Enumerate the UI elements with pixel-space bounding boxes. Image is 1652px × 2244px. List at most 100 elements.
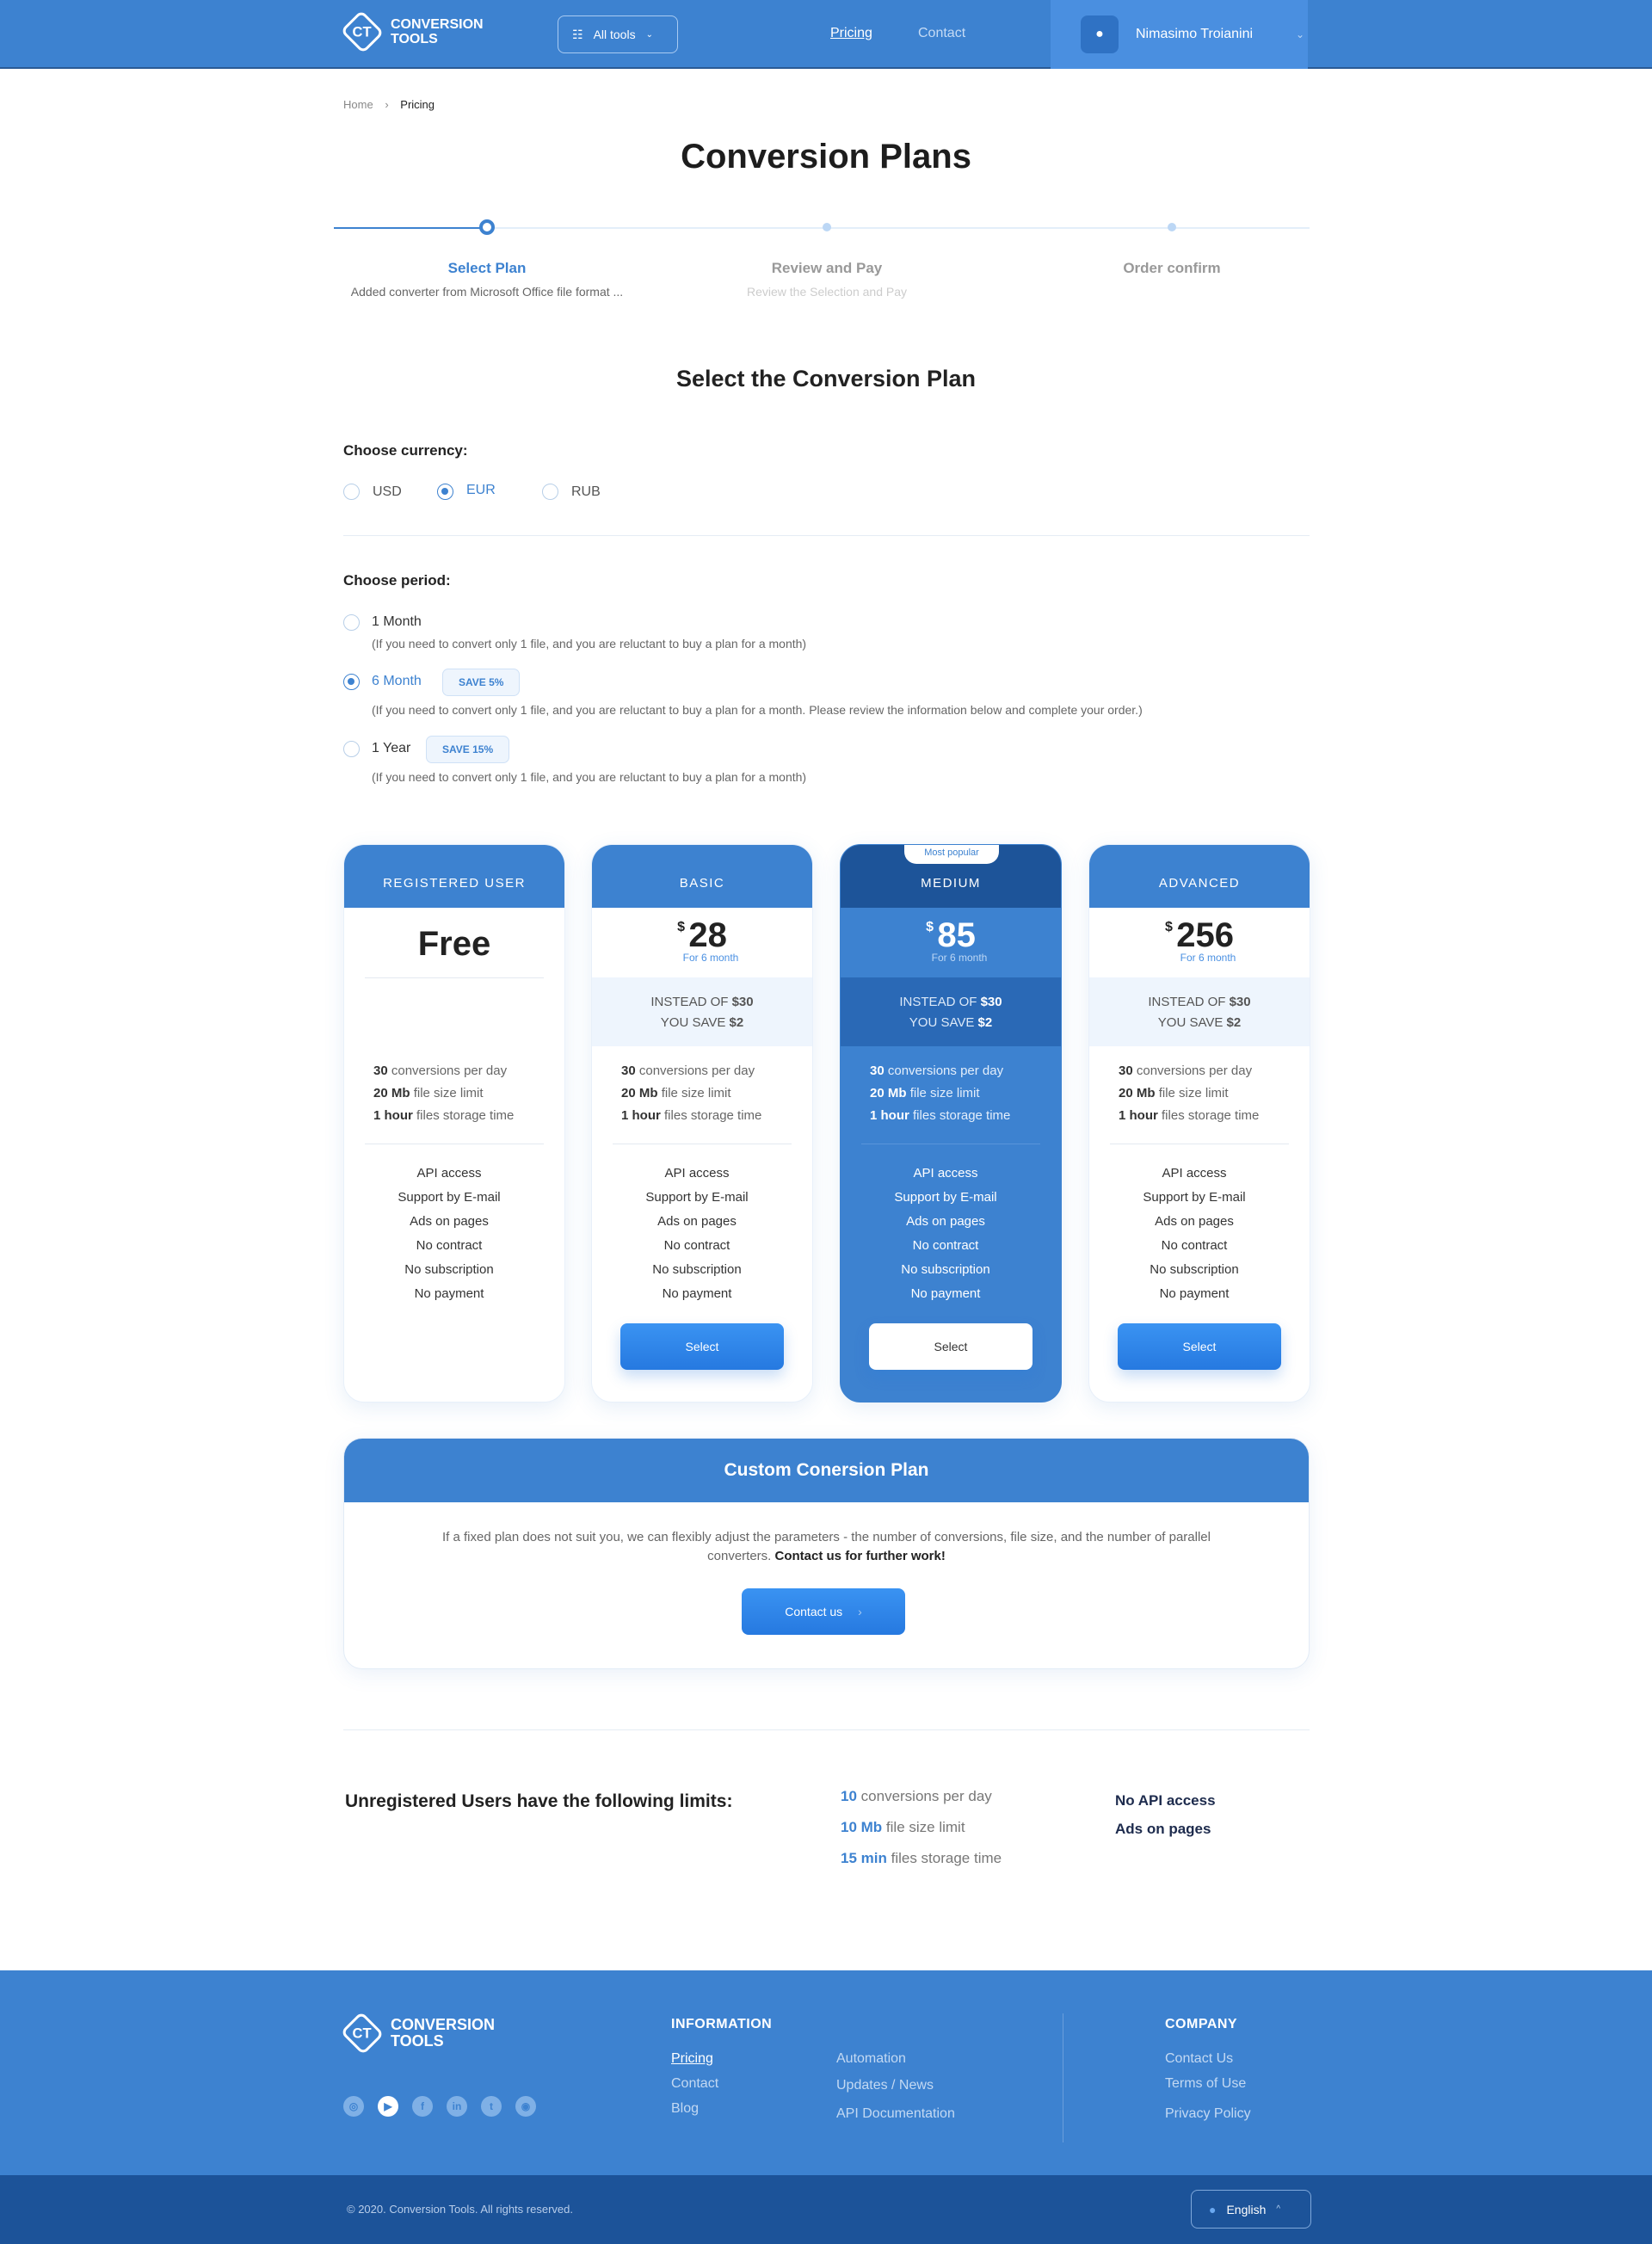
currency-eur-label[interactable]: EUR <box>466 483 496 498</box>
price-value: 28 <box>688 916 727 954</box>
instead-label: INSTEAD OF <box>650 995 729 1009</box>
radio-1-year[interactable] <box>343 741 360 757</box>
select-basic-button[interactable]: Select <box>620 1323 784 1370</box>
feature-value: 20 Mb <box>373 1086 410 1100</box>
chevron-right-icon: › <box>385 98 389 111</box>
currency-rub-label[interactable]: RUB <box>571 484 601 500</box>
step-review-pay-sub: Review the Selection and Pay <box>747 285 907 299</box>
feature-value: 1 hour <box>621 1108 661 1123</box>
footer-link-blog[interactable]: Blog <box>671 2101 699 2117</box>
list-item: No subscription <box>404 1262 494 1277</box>
plan-features: 30 conversions per day 20 Mb file size l… <box>344 1046 564 1144</box>
instead-label: INSTEAD OF <box>899 995 977 1009</box>
currency-label: Choose currency: <box>343 442 468 459</box>
logo-text: TOOLS <box>391 2032 444 2050</box>
youtube-icon[interactable]: ▶ <box>378 2096 398 2117</box>
radio-6-month[interactable] <box>343 674 360 690</box>
save-value: $2 <box>729 1015 744 1030</box>
chevron-down-icon: ⌄ <box>645 29 653 40</box>
feature-text: files storage time <box>1162 1108 1260 1123</box>
stat-value: 10 <box>841 1788 857 1804</box>
logo[interactable]: CT CONVERSION TOOLS <box>340 9 484 54</box>
feature-text: file size limit <box>1158 1086 1229 1100</box>
footer-link-contact[interactable]: Contact <box>671 2076 718 2092</box>
instagram-icon[interactable]: ◎ <box>343 2096 364 2117</box>
divider <box>343 535 1310 536</box>
linkedin-icon[interactable]: in <box>447 2096 467 2117</box>
plan-price: Free <box>417 925 491 963</box>
radio-rub[interactable] <box>542 484 558 500</box>
contact-us-button[interactable]: Contact us › <box>742 1588 905 1635</box>
footer-link-api-docs[interactable]: API Documentation <box>836 2106 955 2122</box>
contact-us-label: Contact us <box>785 1605 843 1618</box>
feature-text: conversions per day <box>1136 1063 1253 1078</box>
nav-pricing[interactable]: Pricing <box>830 26 872 41</box>
logo-text: TOOLS <box>391 32 438 46</box>
twitter-icon[interactable]: t <box>481 2096 502 2117</box>
language-label: English <box>1226 2202 1267 2216</box>
footer-link-privacy[interactable]: Privacy Policy <box>1165 2106 1251 2122</box>
period-1-month-label[interactable]: 1 Month <box>372 614 422 630</box>
custom-plan-card: Custom Conersion Plan If a fixed plan do… <box>343 1438 1310 1669</box>
select-advanced-button[interactable]: Select <box>1118 1323 1281 1370</box>
select-medium-button[interactable]: Select <box>869 1323 1032 1370</box>
stat-text: files storage time <box>891 1850 1002 1866</box>
footer-link-terms[interactable]: Terms of Use <box>1165 2076 1246 2092</box>
footer-logo[interactable]: CT CONVERSION TOOLS <box>340 2011 495 2056</box>
save-label: YOU SAVE <box>1157 1015 1224 1030</box>
footer-link-contact-us[interactable]: Contact Us <box>1165 2051 1233 2067</box>
plan-features: 30 conversions per day 20 Mb file size l… <box>592 1046 812 1144</box>
facebook-icon[interactable]: f <box>412 2096 433 2117</box>
unreg-limit: Ads on pages <box>1115 1821 1211 1837</box>
nav-contact[interactable]: Contact <box>918 26 965 41</box>
save-badge: SAVE 5% <box>442 669 521 696</box>
logo-text: CONVERSION <box>391 17 484 32</box>
plan-price: $ 85 For 6 month <box>841 908 1061 977</box>
plan-list: API access Support by E-mail Ads on pages N… <box>344 1144 564 1306</box>
save-label: YOU SAVE <box>660 1015 726 1030</box>
feature-value: 30 <box>870 1063 885 1078</box>
list-item: No payment <box>414 1286 484 1301</box>
page-title: Conversion Plans <box>681 138 971 176</box>
price-period: For 6 month <box>682 952 739 964</box>
feature-value: 20 Mb <box>1119 1086 1156 1100</box>
feature-text: file size limit <box>909 1086 980 1100</box>
grid-icon: ☷ <box>572 27 583 41</box>
step-select-plan[interactable]: Select Plan <box>315 260 659 277</box>
logo-mark-icon: CT <box>340 9 385 54</box>
most-popular-badge: Most popular <box>904 845 999 864</box>
list-item: Ads on pages <box>410 1214 489 1229</box>
stat-text: file size limit <box>885 1819 965 1835</box>
footer-link-automation[interactable]: Automation <box>836 2051 906 2067</box>
currency-usd-label[interactable]: USD <box>373 484 402 500</box>
plan-list: API access Support by E-mail Ads on pages N… <box>1089 1144 1310 1306</box>
plan-card-medium: Most popular MEDIUM $ 85 For 6 month INST… <box>840 844 1062 1402</box>
custom-text-bold: Contact us for further work! <box>774 1549 946 1563</box>
radio-eur[interactable] <box>437 484 453 500</box>
instead-label: INSTEAD OF <box>1148 995 1226 1009</box>
period-6-month-label[interactable]: 6 Month <box>372 674 422 689</box>
radio-usd[interactable] <box>343 484 360 500</box>
language-selector[interactable]: ● English ^ <box>1191 2190 1311 2229</box>
feature-value: 20 Mb <box>621 1086 658 1100</box>
list-item: Support by E-mail <box>398 1190 501 1205</box>
plan-features: 30 conversions per day 20 Mb file size l… <box>841 1046 1061 1144</box>
list-item: No payment <box>1159 1286 1230 1301</box>
unreg-stat: 15 min files storage time <box>841 1850 1002 1867</box>
list-item: No subscription <box>1150 1262 1239 1277</box>
list-item: Ads on pages <box>1155 1214 1234 1229</box>
footer-link-pricing[interactable]: Pricing <box>671 2051 713 2067</box>
breadcrumb-home[interactable]: Home <box>343 98 373 111</box>
footer <box>0 1970 1652 2175</box>
user-name: Nimasimo Troianini <box>1136 27 1254 41</box>
currency-symbol: $ <box>926 920 934 934</box>
user-menu[interactable]: ● Nimasimo Troianini ⌄ <box>1051 0 1308 69</box>
all-tools-dropdown[interactable]: ☷ All tools ⌄ <box>558 15 678 53</box>
save-label: YOU SAVE <box>909 1015 975 1030</box>
stepper-progress <box>334 227 487 229</box>
github-icon[interactable]: ◉ <box>515 2096 536 2117</box>
period-1-year-label[interactable]: 1 Year <box>372 741 410 756</box>
footer-link-updates[interactable]: Updates / News <box>836 2078 934 2093</box>
custom-plan-text: If a fixed plan does not suit you, we ca… <box>430 1528 1223 1566</box>
radio-1-month[interactable] <box>343 614 360 631</box>
